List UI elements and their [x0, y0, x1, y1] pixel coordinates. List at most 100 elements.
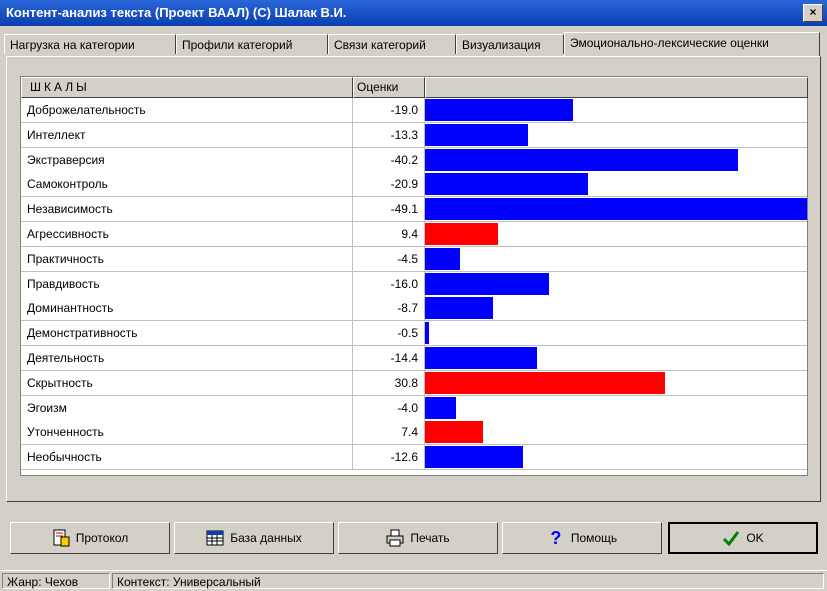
- table-row[interactable]: Интеллект -13.3: [21, 122, 807, 148]
- tab-category-profiles[interactable]: Профили категорий: [176, 34, 328, 54]
- score-cell: -19.0: [353, 98, 425, 123]
- score-bar: [425, 173, 588, 196]
- scale-name-cell: Утонченность: [21, 420, 353, 446]
- close-button[interactable]: ×: [803, 4, 823, 22]
- score-cell: -49.1: [353, 197, 425, 223]
- protocol-button[interactable]: Протокол: [10, 522, 170, 554]
- table-row[interactable]: Доброжелательность -19.0: [21, 98, 807, 123]
- score-bar: [425, 223, 499, 245]
- status-context: Контекст: Универсальный: [112, 573, 824, 589]
- database-button[interactable]: База данных: [174, 522, 334, 554]
- score-bar: [425, 99, 573, 121]
- print-label: Печать: [410, 531, 450, 545]
- bar-cell: [425, 246, 807, 272]
- bar-cell: [425, 222, 807, 247]
- checkmark-icon: [722, 529, 740, 547]
- score-cell: -40.2: [353, 147, 425, 173]
- bar-cell: [425, 147, 807, 173]
- table-row[interactable]: Демонстративность -0.5: [21, 321, 807, 347]
- score-cell: -13.3: [353, 122, 425, 148]
- score-cell: 9.4: [353, 222, 425, 247]
- table-row[interactable]: Экстраверсия -40.2: [21, 147, 807, 173]
- table-row[interactable]: Самоконтроль -20.9: [21, 172, 807, 198]
- scale-name-cell: Демонстративность: [21, 321, 353, 347]
- scales-grid[interactable]: ШКАЛЫ Оценки Доброжелательность -19.0 Инте…: [20, 76, 808, 476]
- tab-visualization[interactable]: Визуализация: [456, 34, 564, 54]
- scale-name-cell: Доминантность: [21, 296, 353, 322]
- printer-icon: [386, 529, 404, 547]
- score-bar: [425, 446, 524, 469]
- score-cell: -4.0: [353, 395, 425, 421]
- score-bar: [425, 396, 457, 419]
- scale-name-cell: Необычность: [21, 445, 353, 471]
- table-row[interactable]: Доминантность -8.7: [21, 296, 807, 322]
- scale-name-cell: Скрытность: [21, 370, 353, 396]
- table-row[interactable]: Необычность -12.6: [21, 445, 807, 471]
- help-button[interactable]: ? Помощь: [502, 522, 662, 554]
- help-icon: ?: [550, 528, 562, 548]
- window-title: Контент-анализ текста (Проект ВААЛ) (С) …: [6, 5, 347, 20]
- table-row[interactable]: Правдивость -16.0: [21, 271, 807, 297]
- protocol-icon: [52, 529, 70, 547]
- column-header-scales[interactable]: ШКАЛЫ: [21, 77, 353, 98]
- bar-cell: [425, 395, 807, 421]
- scale-name-cell: Деятельность: [21, 346, 353, 371]
- bar-cell: [425, 445, 807, 471]
- protocol-label: Протокол: [75, 531, 129, 545]
- score-bar: [425, 421, 483, 444]
- scale-name-cell: Практичность: [21, 246, 353, 272]
- score-bar: [425, 247, 460, 270]
- ok-button[interactable]: OK: [668, 522, 818, 554]
- bar-cell: [425, 197, 807, 223]
- bar-cell: [425, 370, 807, 396]
- score-bar: [425, 148, 738, 171]
- table-row[interactable]: Агрессивность 9.4: [21, 222, 807, 247]
- score-cell: -16.0: [353, 271, 425, 297]
- score-bar: [425, 371, 665, 394]
- score-cell: -14.4: [353, 346, 425, 371]
- scale-name-cell: Интеллект: [21, 122, 353, 148]
- table-row[interactable]: Деятельность -14.4: [21, 346, 807, 371]
- scale-name-cell: Правдивость: [21, 271, 353, 297]
- score-bar: [425, 198, 807, 221]
- scale-name-cell: Доброжелательность: [21, 98, 353, 123]
- print-button[interactable]: Печать: [338, 522, 498, 554]
- scale-name-cell: Эгоизм: [21, 395, 353, 421]
- scale-name-cell: Независимость: [21, 197, 353, 223]
- bar-cell: [425, 122, 807, 148]
- table-row[interactable]: Независимость -49.1: [21, 197, 807, 223]
- score-bar: [425, 347, 538, 369]
- title-bar: Контент-анализ текста (Проект ВААЛ) (С) …: [0, 0, 827, 26]
- score-bar: [425, 123, 529, 146]
- score-cell: -8.7: [353, 296, 425, 322]
- table-row[interactable]: Эгоизм -4.0: [21, 395, 807, 421]
- tab-emotional-lexical[interactable]: Эмоционально-лексические оценки: [564, 32, 820, 56]
- status-genre: Жанр: Чехов: [2, 573, 110, 589]
- database-icon: [206, 529, 224, 547]
- score-cell: 30.8: [353, 370, 425, 396]
- score-bar: [425, 322, 429, 345]
- database-label: База данных: [230, 531, 302, 545]
- bar-cell: [425, 271, 807, 297]
- score-cell: -4.5: [353, 246, 425, 272]
- score-cell: -12.6: [353, 445, 425, 471]
- bar-cell: [425, 321, 807, 347]
- bar-cell: [425, 420, 807, 446]
- main-window: Контент-анализ текста (Проект ВААЛ) (С) …: [0, 0, 827, 591]
- tab-category-load[interactable]: Нагрузка на категории: [4, 34, 176, 54]
- bar-cell: [425, 296, 807, 322]
- table-row[interactable]: Скрытность 30.8: [21, 370, 807, 396]
- column-header-scores[interactable]: Оценки: [353, 77, 425, 98]
- table-row[interactable]: Практичность -4.5: [21, 246, 807, 272]
- help-label: Помощь: [570, 531, 618, 545]
- score-cell: -0.5: [353, 321, 425, 347]
- button-bar: Протокол База данных Печать ? Помощь OK: [0, 514, 827, 560]
- column-header-bars: [425, 77, 808, 98]
- tab-category-links[interactable]: Связи категорий: [328, 34, 456, 54]
- bar-cell: [425, 172, 807, 198]
- bar-cell: [425, 98, 807, 123]
- scale-name-cell: Самоконтроль: [21, 172, 353, 198]
- bar-cell: [425, 346, 807, 371]
- tab-strip: Нагрузка на категории Профили категорий …: [4, 32, 824, 56]
- table-row[interactable]: Утонченность 7.4: [21, 420, 807, 446]
